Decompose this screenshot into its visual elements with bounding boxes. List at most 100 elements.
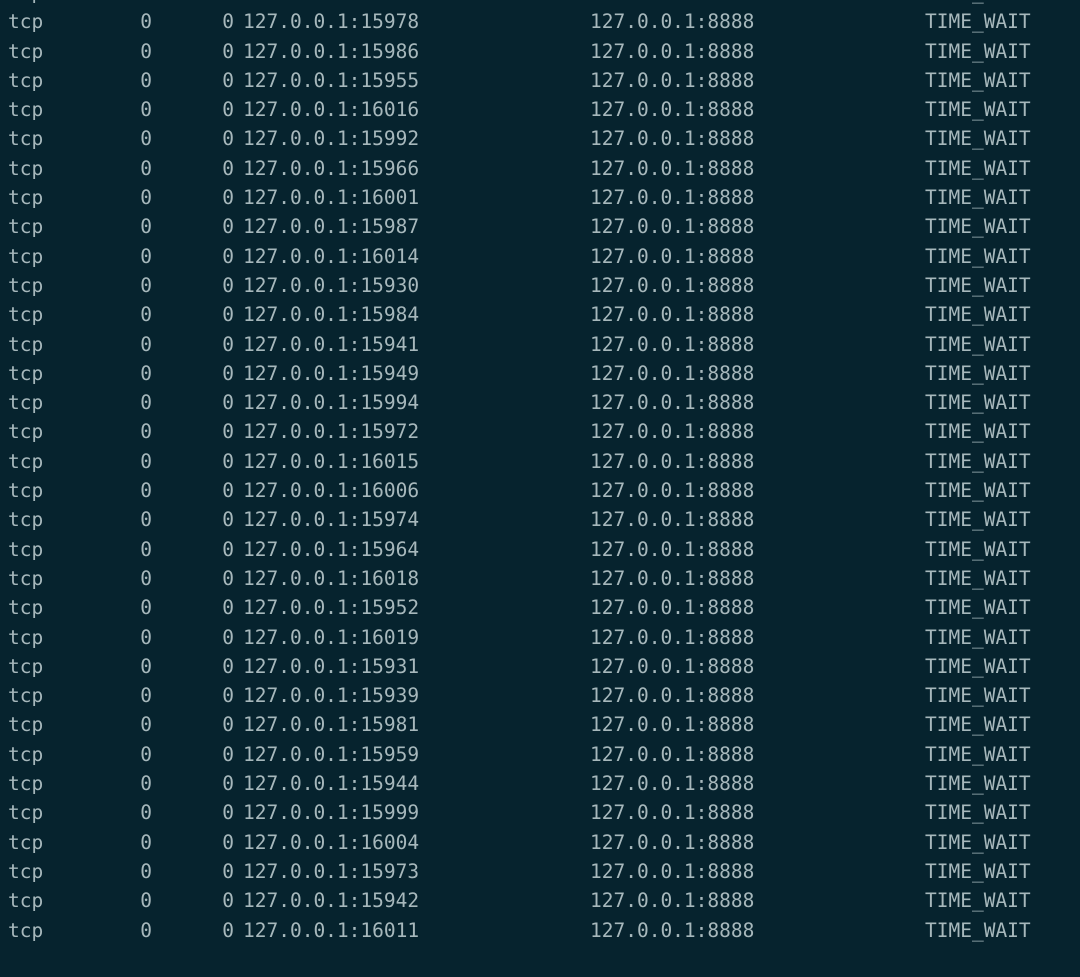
foreign-address-cell: 127.0.0.1:8888 bbox=[590, 332, 755, 356]
send-q-cell: 0 bbox=[222, 0, 234, 7]
send-q-cell: 0 bbox=[222, 596, 234, 620]
proto-cell: tcp bbox=[8, 889, 44, 913]
local-address-cell: 127.0.0.1:15987 bbox=[243, 215, 420, 239]
state-cell: TIME_WAIT bbox=[925, 918, 1031, 942]
recv-q-cell: 0 bbox=[140, 68, 152, 92]
send-q-cell: 0 bbox=[222, 215, 234, 239]
connection-row: tcp 0 0 127.0.0.1:16014 127.0.0.1:8888 TIME_W… bbox=[0, 242, 1080, 271]
proto-cell: tcp bbox=[8, 332, 44, 356]
foreign-address-cell: 127.0.0.1:8888 bbox=[590, 479, 755, 503]
state-cell: TIME_WAIT bbox=[925, 537, 1031, 561]
proto-cell: tcp bbox=[8, 566, 44, 590]
proto-cell: tcp bbox=[8, 625, 44, 649]
state-cell: TIME_WAIT bbox=[925, 156, 1031, 180]
local-address-cell: 127.0.0.1:15944 bbox=[243, 772, 420, 796]
terminal-window[interactable]: tcp 0 0 127.0.0.1:15936 127.0.0.1:8888 TIME_W… bbox=[0, 0, 1080, 977]
recv-q-cell: 0 bbox=[140, 772, 152, 796]
connection-row: tcp 0 0 127.0.0.1:16004 127.0.0.1:8888 TIME_W… bbox=[0, 828, 1080, 857]
send-q-cell: 0 bbox=[222, 479, 234, 503]
local-address-cell: 127.0.0.1:16015 bbox=[243, 449, 420, 473]
send-q-cell: 0 bbox=[222, 98, 234, 122]
state-cell: TIME_WAIT bbox=[925, 801, 1031, 825]
send-q-cell: 0 bbox=[222, 772, 234, 796]
proto-cell: tcp bbox=[8, 303, 44, 327]
local-address-cell: 127.0.0.1:15984 bbox=[243, 303, 420, 327]
local-address-cell: 127.0.0.1:16014 bbox=[243, 244, 420, 268]
local-address-cell: 127.0.0.1:15955 bbox=[243, 68, 420, 92]
proto-cell: tcp bbox=[8, 449, 44, 473]
local-address-cell: 127.0.0.1:16006 bbox=[243, 479, 420, 503]
connection-row: tcp 0 0 127.0.0.1:15974 127.0.0.1:8888 TIME_W… bbox=[0, 505, 1080, 534]
recv-q-cell: 0 bbox=[140, 566, 152, 590]
state-cell: TIME_WAIT bbox=[925, 830, 1031, 854]
connection-row: tcp 0 0 127.0.0.1:15941 127.0.0.1:8888 TIME_W… bbox=[0, 330, 1080, 359]
recv-q-cell: 0 bbox=[140, 596, 152, 620]
local-address-cell: 127.0.0.1:16011 bbox=[243, 918, 420, 942]
send-q-cell: 0 bbox=[222, 10, 234, 34]
send-q-cell: 0 bbox=[222, 625, 234, 649]
connection-row: tcp 0 0 127.0.0.1:15999 127.0.0.1:8888 TIME_W… bbox=[0, 798, 1080, 827]
proto-cell: tcp bbox=[8, 830, 44, 854]
proto-cell: tcp bbox=[8, 10, 44, 34]
send-q-cell: 0 bbox=[222, 508, 234, 532]
recv-q-cell: 0 bbox=[140, 0, 152, 7]
state-cell: TIME_WAIT bbox=[925, 0, 1031, 7]
connection-row: tcp 0 0 127.0.0.1:15931 127.0.0.1:8888 TIME_W… bbox=[0, 652, 1080, 681]
local-address-cell: 127.0.0.1:15981 bbox=[243, 713, 420, 737]
recv-q-cell: 0 bbox=[140, 889, 152, 913]
connection-row: tcp 0 0 127.0.0.1:16019 127.0.0.1:8888 TIME_W… bbox=[0, 623, 1080, 652]
local-address-cell: 127.0.0.1:16016 bbox=[243, 98, 420, 122]
proto-cell: tcp bbox=[8, 391, 44, 415]
local-address-cell: 127.0.0.1:16018 bbox=[243, 566, 420, 590]
send-q-cell: 0 bbox=[222, 303, 234, 327]
state-cell: TIME_WAIT bbox=[925, 273, 1031, 297]
foreign-address-cell: 127.0.0.1:8888 bbox=[590, 0, 754, 7]
send-q-cell: 0 bbox=[222, 273, 234, 297]
send-q-cell: 0 bbox=[222, 186, 234, 210]
connection-row: tcp 0 0 127.0.0.1:15939 127.0.0.1:8888 TIME_W… bbox=[0, 681, 1080, 710]
foreign-address-cell: 127.0.0.1:8888 bbox=[590, 684, 755, 708]
state-cell: TIME_WAIT bbox=[925, 684, 1031, 708]
local-address-cell: 127.0.0.1:15942 bbox=[243, 889, 420, 913]
recv-q-cell: 0 bbox=[140, 830, 152, 854]
send-q-cell: 0 bbox=[222, 391, 234, 415]
proto-cell: tcp bbox=[8, 127, 44, 151]
recv-q-cell: 0 bbox=[140, 479, 152, 503]
local-address-cell: 127.0.0.1:15936 bbox=[243, 0, 419, 7]
proto-cell: tcp bbox=[8, 186, 44, 210]
recv-q-cell: 0 bbox=[140, 98, 152, 122]
recv-q-cell: 0 bbox=[140, 654, 152, 678]
connection-row: tcp 0 0 127.0.0.1:16006 127.0.0.1:8888 TIME_W… bbox=[0, 476, 1080, 505]
proto-cell: tcp bbox=[8, 654, 44, 678]
foreign-address-cell: 127.0.0.1:8888 bbox=[590, 215, 755, 239]
connection-row: tcp 0 0 127.0.0.1:15984 127.0.0.1:8888 TIME_W… bbox=[0, 300, 1080, 329]
recv-q-cell: 0 bbox=[140, 420, 152, 444]
local-address-cell: 127.0.0.1:15939 bbox=[243, 684, 420, 708]
state-cell: TIME_WAIT bbox=[925, 186, 1031, 210]
foreign-address-cell: 127.0.0.1:8888 bbox=[590, 420, 755, 444]
send-q-cell: 0 bbox=[222, 918, 234, 942]
recv-q-cell: 0 bbox=[140, 684, 152, 708]
state-cell: TIME_WAIT bbox=[925, 742, 1031, 766]
connection-row: tcp 0 0 127.0.0.1:16011 127.0.0.1:8888 TIME_W… bbox=[0, 916, 1080, 945]
local-address-cell: 127.0.0.1:15972 bbox=[243, 420, 420, 444]
send-q-cell: 0 bbox=[222, 684, 234, 708]
connection-row: tcp 0 0 127.0.0.1:15992 127.0.0.1:8888 TIME_W… bbox=[0, 124, 1080, 153]
foreign-address-cell: 127.0.0.1:8888 bbox=[590, 596, 755, 620]
netstat-connection-list: tcp 0 0 127.0.0.1:15936 127.0.0.1:8888 TIME_W… bbox=[0, 0, 1080, 945]
connection-row: tcp 0 0 127.0.0.1:15955 127.0.0.1:8888 TIME_W… bbox=[0, 66, 1080, 95]
send-q-cell: 0 bbox=[222, 566, 234, 590]
connection-row: tcp 0 0 127.0.0.1:15987 127.0.0.1:8888 TIME_W… bbox=[0, 212, 1080, 241]
foreign-address-cell: 127.0.0.1:8888 bbox=[590, 830, 755, 854]
connection-row: tcp 0 0 127.0.0.1:15981 127.0.0.1:8888 TIME_W… bbox=[0, 710, 1080, 739]
recv-q-cell: 0 bbox=[140, 742, 152, 766]
foreign-address-cell: 127.0.0.1:8888 bbox=[590, 244, 755, 268]
connection-row: tcp 0 0 127.0.0.1:15952 127.0.0.1:8888 TIME_W… bbox=[0, 593, 1080, 622]
state-cell: TIME_WAIT bbox=[925, 508, 1031, 532]
proto-cell: tcp bbox=[8, 273, 44, 297]
local-address-cell: 127.0.0.1:15994 bbox=[243, 391, 420, 415]
recv-q-cell: 0 bbox=[140, 156, 152, 180]
connection-row: tcp 0 0 127.0.0.1:15986 127.0.0.1:8888 TIME_W… bbox=[0, 37, 1080, 66]
recv-q-cell: 0 bbox=[140, 186, 152, 210]
proto-cell: tcp bbox=[8, 39, 44, 63]
